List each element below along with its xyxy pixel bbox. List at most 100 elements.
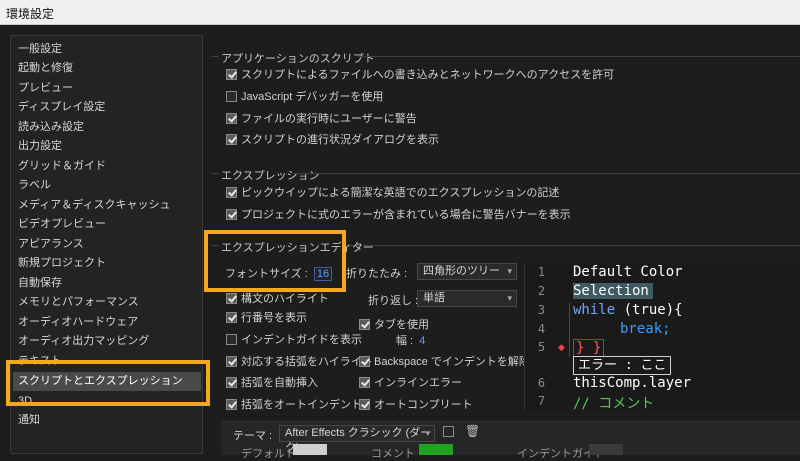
tab-width-label: 幅 :	[396, 335, 414, 347]
sidebar-item-labels[interactable]: ラベル	[18, 176, 51, 195]
sidebar-item-general[interactable]: 一般設定	[18, 40, 62, 59]
warn-user-option[interactable]: ファイルの実行時にユーザーに警告	[226, 110, 417, 126]
code-while-rest: (true){	[615, 302, 683, 318]
tab-width-row: 幅 : 4	[396, 332, 425, 348]
line-number: 6	[537, 376, 546, 390]
sidebar-item-display[interactable]: ディスプレイ設定	[18, 98, 105, 117]
option-label: オートコンプリート	[374, 399, 473, 411]
section-divider	[293, 173, 800, 174]
sidebar-item-startup-repair[interactable]: 起動と修復	[18, 59, 73, 78]
wrap-value: 単語	[423, 292, 445, 304]
sidebar-item-auto-save[interactable]: 自動保存	[18, 274, 62, 293]
section-divider	[358, 56, 800, 57]
autocomplete-option[interactable]: オートコンプリート	[359, 396, 473, 412]
save-theme-icon[interactable]	[443, 426, 454, 437]
sidebar-item-memory[interactable]: メモリとパフォーマンス	[18, 293, 139, 312]
code-line-comment: // コメント	[573, 396, 655, 412]
option-label: JavaScript デバッガーを使用	[241, 91, 384, 103]
option-label: Backspace でインデントを解除	[374, 356, 530, 368]
line-numbers-option[interactable]: 行番号を表示	[226, 309, 307, 325]
checkbox[interactable]	[226, 376, 237, 388]
sidebar-item-video-preview[interactable]: ビデオプレビュー	[18, 215, 106, 234]
checkbox[interactable]	[226, 398, 237, 410]
sidebar-item-grids-guides[interactable]: グリッド＆ガイド	[18, 157, 106, 176]
default-color-label: デフォルト	[241, 448, 296, 460]
code-line-break: break;	[620, 321, 671, 337]
line-number: 2	[537, 284, 546, 298]
highlight-scripting-expressions	[6, 360, 210, 406]
use-tabs-option[interactable]: タブを使用	[359, 316, 429, 332]
checkbox[interactable]	[226, 133, 237, 145]
checkbox[interactable]	[359, 318, 370, 330]
option-label: スクリプトによるファイルへの書き込みとネットワークへのアクセスを許可	[241, 69, 615, 81]
backspace-unindent-option[interactable]: Backspace でインデントを解除	[359, 353, 530, 369]
allow-scripts-write-option[interactable]: スクリプトによるファイルへの書き込みとネットワークへのアクセスを許可	[226, 66, 614, 82]
bracket-autoindent-option[interactable]: 括弧をオートインデント	[226, 396, 362, 412]
syntax-highlight-option[interactable]: 構文のハイライト	[226, 290, 329, 306]
sidebar-item-new-project[interactable]: 新規プロジェクト	[18, 254, 106, 273]
checkbox[interactable]	[226, 333, 237, 345]
sidebar-item-import[interactable]: 読み込み設定	[18, 118, 84, 137]
comment-color-label: コメント	[371, 448, 415, 460]
sidebar-item-previews[interactable]: プレビュー	[18, 79, 73, 98]
checkbox[interactable]	[359, 355, 370, 367]
javascript-debugger-option[interactable]: JavaScript デバッガーを使用	[226, 88, 383, 104]
error-marker-icon: ◆	[558, 342, 565, 352]
line-number: 3	[537, 303, 546, 317]
progress-dialog-option[interactable]: スクリプトの進行状況ダイアログを表示	[226, 131, 439, 147]
expressions-section-title: エクスプレッション	[221, 170, 320, 182]
default-color-swatch[interactable]	[293, 444, 327, 455]
checkbox[interactable]	[226, 355, 237, 367]
checkbox[interactable]	[226, 292, 237, 304]
checkbox[interactable]	[226, 311, 237, 323]
wrap-label: 折り返し :	[368, 295, 419, 307]
checkbox[interactable]	[226, 90, 237, 102]
tab-width-value[interactable]: 4	[419, 335, 425, 347]
inline-errors-option[interactable]: インラインエラー	[359, 374, 462, 390]
wrap-select[interactable]: 単語 ▾	[417, 290, 517, 307]
theme-select[interactable]: After Effects クラシック (ダーク) ▾	[279, 425, 435, 454]
keyword-while: while	[573, 302, 616, 318]
error-banner-option[interactable]: プロジェクトに式のエラーが含まれている場合に警告バナーを表示	[226, 206, 571, 222]
folding-select[interactable]: 四角形のツリー ▾	[417, 263, 517, 280]
folding-value: 四角形のツリー	[423, 265, 500, 277]
window-title: 環境設定	[6, 7, 55, 21]
sidebar-item-notifications[interactable]: 通知	[18, 411, 40, 430]
sidebar-item-audio-mapping[interactable]: オーディオ出力マッピング	[18, 332, 149, 351]
sidebar-item-output[interactable]: 出力設定	[18, 137, 62, 156]
code-line-selection: Selection	[573, 283, 653, 299]
option-label: 行番号を表示	[241, 312, 307, 324]
indent-guides-option[interactable]: インデントガイドを表示	[226, 331, 362, 347]
sidebar-item-media-cache[interactable]: メディア＆ディスクキャッシュ	[18, 196, 170, 215]
chevron-down-icon: ▾	[425, 428, 430, 438]
pickwhip-english-option[interactable]: ピックウイップによる簡潔な英語でのエクスプレッションの記述	[226, 184, 559, 200]
fold-guide	[569, 303, 570, 357]
option-label: 構文のハイライト	[241, 293, 329, 305]
auto-bracket-option[interactable]: 括弧を自動挿入	[226, 374, 318, 390]
option-label: ピックウイップによる簡潔な英語でのエクスプレッションの記述	[241, 187, 560, 199]
option-label: インラインエラー	[374, 377, 462, 389]
option-label: 括弧をオートインデント	[241, 399, 362, 411]
indent-guide-color-swatch[interactable]	[589, 444, 623, 455]
bracket-highlight-option[interactable]: 対応する括弧をハイライト	[226, 353, 373, 369]
checkbox[interactable]	[226, 112, 237, 124]
sidebar-item-audio-hardware[interactable]: オーディオハードウェア	[18, 313, 138, 332]
checkbox[interactable]	[226, 186, 237, 198]
sidebar-item-appearance[interactable]: アピアランス	[18, 235, 84, 254]
option-label: インデントガイドを表示	[241, 334, 362, 346]
line-number: 5	[537, 340, 546, 354]
code-line-default: Default Color	[573, 264, 683, 280]
section-divider	[211, 56, 219, 57]
line-number: 7	[537, 394, 546, 408]
checkbox[interactable]	[226, 208, 237, 220]
inline-error-message: エラー : ここ	[573, 356, 672, 375]
checkbox[interactable]	[359, 376, 370, 388]
checkbox[interactable]	[359, 398, 370, 410]
scripts-section-title: アプリケーションのスクリプト	[221, 53, 375, 65]
checkbox[interactable]	[226, 68, 237, 80]
chevron-down-icon: ▾	[507, 293, 512, 303]
comment-color-swatch[interactable]	[419, 444, 453, 455]
code-line-error-braces: } }	[573, 339, 605, 357]
theme-label: テーマ :	[233, 430, 273, 442]
trash-icon[interactable]: 🗑	[465, 424, 480, 438]
